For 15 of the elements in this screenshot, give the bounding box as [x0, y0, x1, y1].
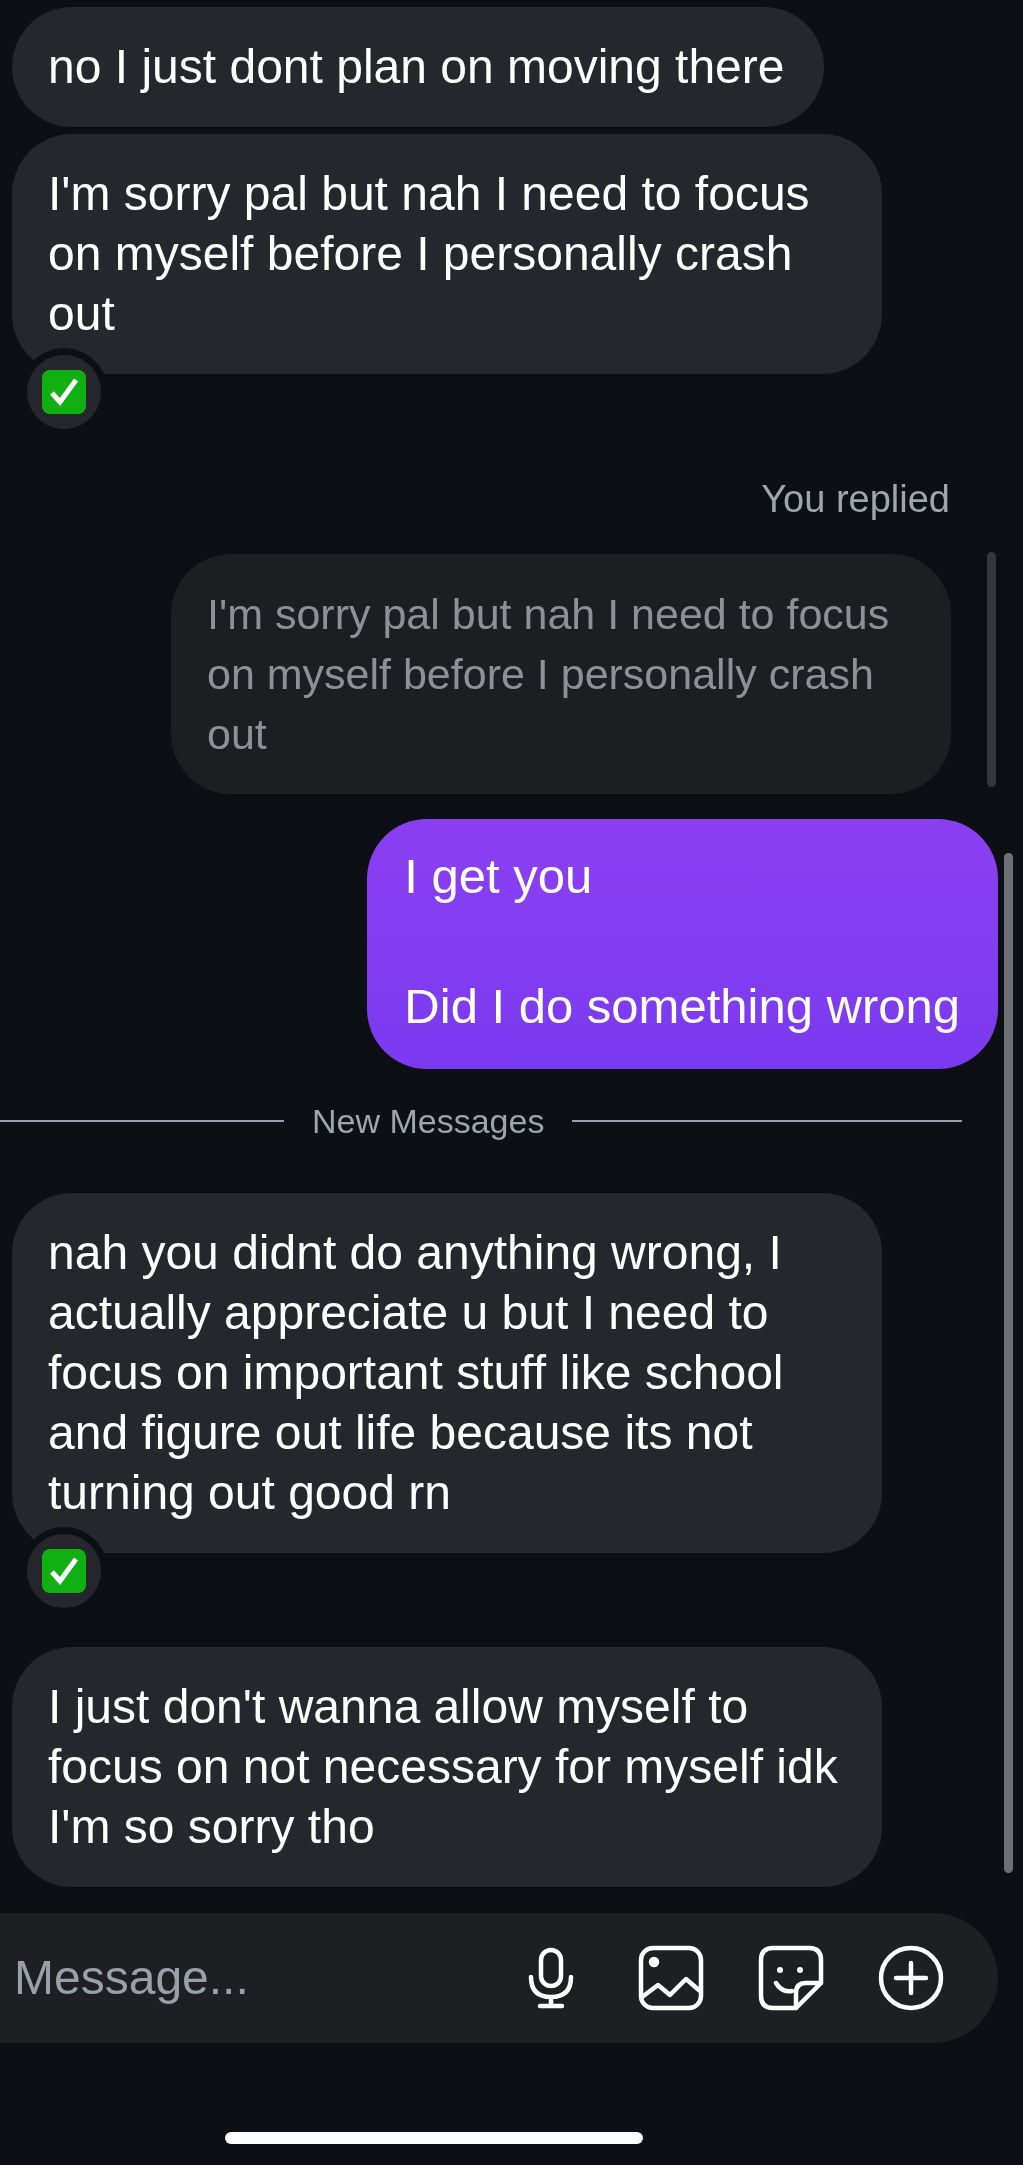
message-bubble: I'm sorry pal but nah I need to focus on myself before I personally crash out [12, 134, 882, 374]
check-reaction-icon [41, 1548, 87, 1594]
reply-label: You replied [761, 479, 950, 519]
check-reaction-icon [41, 369, 87, 415]
message-bubble: no I just dont plan on moving there [12, 7, 825, 127]
sticker-icon[interactable] [758, 1945, 824, 2011]
message-bubble: nah you didnt do anything wrong, I actually appreciate u but I need to focus on important stuff like school and figure out life because its not turning out good rn [12, 1193, 882, 1553]
message-bubble: I just don't wanna allow myself to focus on not necessary for myself idk I'm so sorry tho [12, 1647, 882, 1887]
new-messages-label: New Messages [311, 1100, 546, 1142]
sent-message-bubble: I get you Did I do something wrong [367, 819, 998, 1069]
plus-icon[interactable] [878, 1945, 944, 2011]
image-icon[interactable] [638, 1945, 704, 2011]
message-field[interactable]: Message... [0, 1941, 518, 2015]
quoted-message-bubble: I'm sorry pal but nah I need to focus on myself before I personally crash out [171, 554, 951, 794]
message-composer[interactable]: Message... [0, 1913, 998, 2043]
